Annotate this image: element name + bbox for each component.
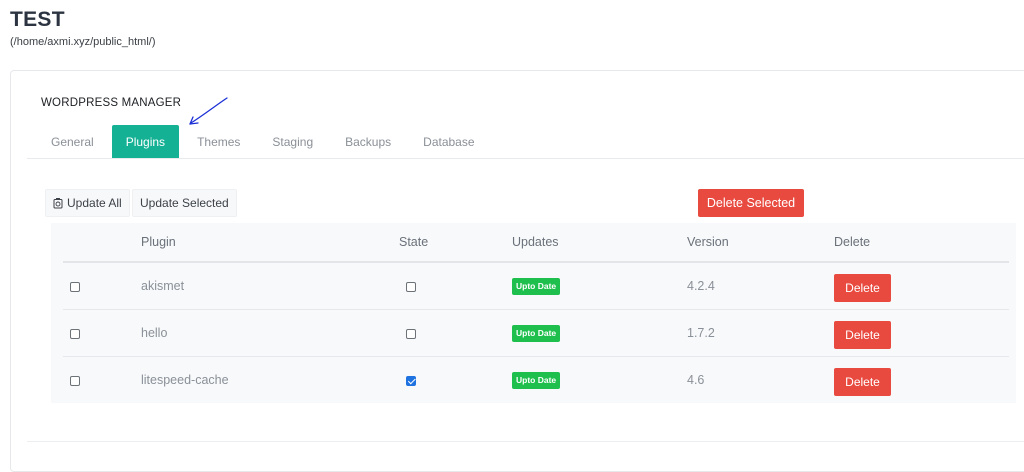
manager-title: WORDPRESS MANAGER [41,97,182,109]
delete-button[interactable]: Delete [834,321,891,349]
status-badge: Upto Date [512,277,561,295]
card-bottom-divider [27,441,1024,442]
table-header-row: Plugin State Updates Version Delete [63,223,1009,263]
plugin-version: 1.7.2 [687,309,834,357]
version-column-header: Version [687,223,834,263]
table-row: litespeed-cache Upto Date 4.6 Delete [63,357,1009,404]
delete-button[interactable]: Delete [834,274,891,302]
table-row: akismet Upto Date 4.2.4 Delete [63,262,1009,310]
state-column-header: State [399,223,512,263]
update-selected-button[interactable]: Update Selected [132,189,237,217]
plugin-name: hello [141,309,399,357]
updates-column-header: Updates [512,223,687,263]
plugin-version: 4.2.4 [687,262,834,310]
row-select-checkbox[interactable] [70,375,80,386]
row-select-checkbox[interactable] [70,328,80,339]
select-column-header [63,223,141,263]
refresh-icon [53,197,63,208]
delete-column-header: Delete [834,223,1009,263]
plugins-table-container: Plugin State Updates Version Delete akis… [51,223,1016,403]
plugin-name: akismet [141,262,399,310]
site-title: TEST [10,8,65,31]
plugin-name: litespeed-cache [141,373,229,387]
site-path: (/home/axmi.xyz/public_html/) [10,36,156,48]
tab-staging[interactable]: Staging [258,125,327,159]
status-badge: Upto Date [512,324,561,342]
delete-selected-button[interactable]: Delete Selected [698,189,804,217]
wordpress-manager-card: WORDPRESS MANAGER General Plugins Themes… [10,70,1024,472]
tab-themes[interactable]: Themes [183,125,254,159]
tab-plugins[interactable]: Plugins [111,125,180,159]
update-all-button[interactable]: Update All [45,189,130,217]
tabs-divider [27,158,1024,159]
tab-database[interactable]: Database [409,125,488,159]
state-checkbox[interactable] [406,328,416,339]
tab-backups[interactable]: Backups [331,125,405,159]
plugin-column-header: Plugin [141,223,399,263]
state-checkbox-checked[interactable] [406,375,416,386]
tab-general[interactable]: General [37,125,108,159]
update-all-label: Update All [67,196,122,210]
table-row: hello Upto Date 1.7.2 Delete [63,309,1009,357]
plugins-table: Plugin State Updates Version Delete akis… [63,223,1009,403]
status-badge: Upto Date [512,371,561,389]
row-select-checkbox[interactable] [70,281,80,292]
delete-button[interactable]: Delete [834,368,891,396]
plugin-version: 4.6 [687,373,705,387]
manager-tabs: General Plugins Themes Staging Backups D… [37,125,493,159]
state-checkbox[interactable] [406,281,416,292]
